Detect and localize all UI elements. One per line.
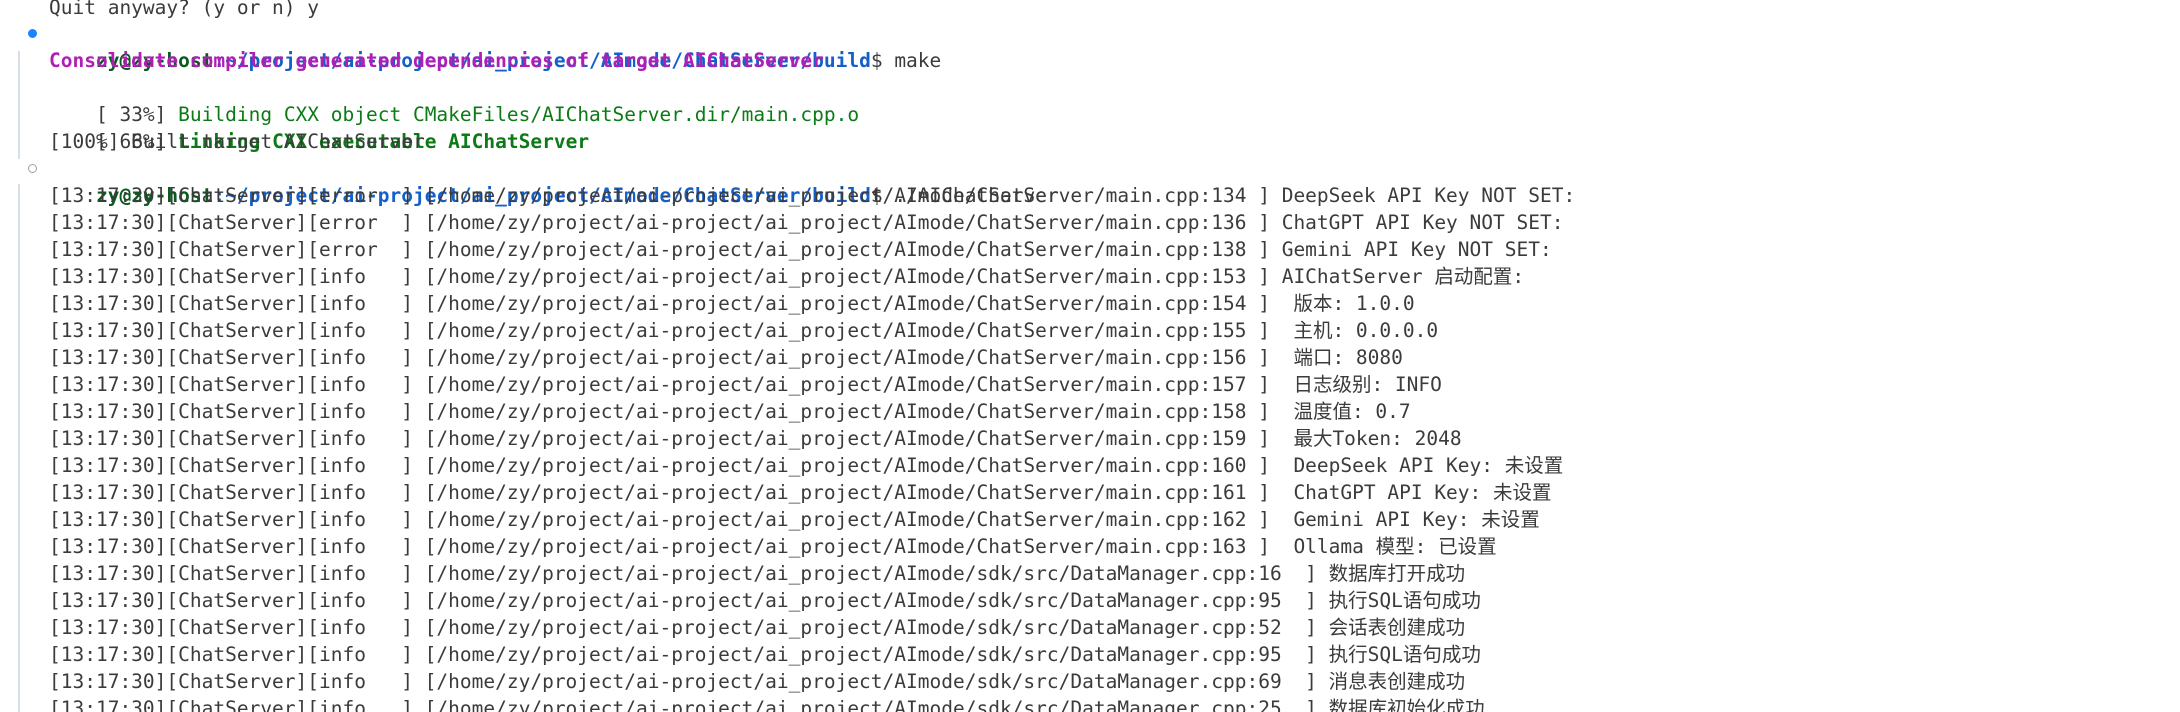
shell-prompt-line: zy@zy-host:~/project/ai-project/ai_proje… [49,20,941,72]
prompt-command: make [882,49,942,72]
log-line: [13:17:30][ChatServer][info ] [/home/zy/… [49,562,1466,585]
build-output-line: [ 33%] Building CXX object CMakeFiles/AI… [49,74,859,126]
log-line: [13:17:30][ChatServer][info ] [/home/zy/… [49,292,1415,315]
log-line: [13:17:30][ChatServer][info ] [/home/zy/… [49,589,1481,612]
log-line: [13:17:30][ChatServer][info ] [/home/zy/… [49,373,1442,396]
build-output-line: [ 66%] Linking CXX executable AIChatServ… [49,101,589,153]
command-success-marker-icon[interactable] [28,29,37,38]
log-line: [13:17:30][ChatServer][info ] [/home/zy/… [49,319,1439,342]
log-line: [13:17:30][ChatServer][info ] [/home/zy/… [49,346,1403,369]
quit-prompt-line: Quit anyway? (y or n) y [49,0,320,19]
log-line: [13:17:30][ChatServer][error ] [/home/zy… [49,211,1564,234]
build-output-line: [100%] Built target AIChatServer [49,130,425,153]
log-line: [13:17:30][ChatServer][error ] [/home/zy… [49,238,1552,261]
log-line: [13:17:30][ChatServer][info ] [/home/zy/… [49,697,1485,712]
log-line: [13:17:30][ChatServer][info ] [/home/zy/… [49,535,1497,558]
log-line: [13:17:30][ChatServer][info ] [/home/zy/… [49,454,1564,477]
log-line: [13:17:30][ChatServer][info ] [/home/zy/… [49,670,1466,693]
log-line: [13:17:30][ChatServer][info ] [/home/zy/… [49,481,1552,504]
log-line: [13:17:30][ChatServer][info ] [/home/zy/… [49,400,1411,423]
command-gutter-bar [18,51,20,159]
log-line: [13:17:30][ChatServer][info ] [/home/zy/… [49,265,1525,288]
log-line: [13:17:30][ChatServer][info ] [/home/zy/… [49,616,1466,639]
command-gutter-bar [18,184,20,712]
terminal-panel[interactable]: Quit anyway? (y or n) y zy@zy-host:~/pro… [0,0,2180,712]
log-line: [13:17:30][ChatServer][error ] [/home/zy… [49,184,1576,207]
command-running-marker-icon[interactable] [28,164,37,173]
shell-prompt-line: zy@zy-host:~/project/ai-project/ai_proje… [49,155,1059,207]
log-line: [13:17:30][ChatServer][info ] [/home/zy/… [49,508,1540,531]
log-line: [13:17:30][ChatServer][info ] [/home/zy/… [49,643,1481,666]
build-output-line: Consolidate compiler generated dependenc… [49,49,824,72]
log-line: [13:17:30][ChatServer][info ] [/home/zy/… [49,427,1462,450]
prompt-dollar: $ [870,49,883,72]
